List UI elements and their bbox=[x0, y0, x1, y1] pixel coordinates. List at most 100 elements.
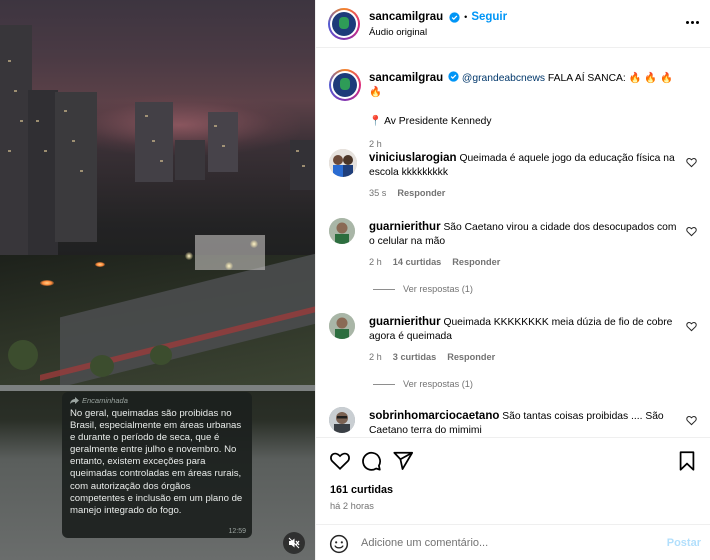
message-text: No geral, queimadas são proibidas no Bra… bbox=[70, 408, 243, 516]
comment-time: 35 s bbox=[369, 188, 387, 198]
street-light bbox=[225, 262, 233, 270]
building-window bbox=[145, 115, 148, 117]
comment-time: 2 h bbox=[369, 257, 382, 267]
building-window bbox=[160, 160, 163, 162]
street-light bbox=[185, 252, 193, 260]
comment-username[interactable]: guarnierithur bbox=[369, 316, 441, 328]
comment-icon[interactable] bbox=[360, 450, 382, 472]
caption-location: 📍 Av Presidente Kennedy bbox=[369, 115, 492, 127]
reply-button[interactable]: Responder bbox=[397, 188, 445, 198]
forwarded-label: Encaminhada bbox=[82, 396, 128, 405]
heart-icon[interactable] bbox=[686, 321, 697, 332]
likes-count[interactable]: 161 curtidas bbox=[330, 484, 393, 496]
author-avatar[interactable] bbox=[328, 8, 360, 40]
post-details-panel: sancamilgrau • Seguir Áudio original san… bbox=[315, 0, 710, 560]
building-window bbox=[222, 145, 225, 147]
author-line: sancamilgrau • Seguir bbox=[369, 11, 507, 23]
author-avatar[interactable] bbox=[329, 69, 361, 101]
caption-username[interactable]: sancamilgrau bbox=[369, 72, 443, 84]
view-replies-button[interactable]: Ver respostas (1) bbox=[373, 284, 473, 294]
caption-mention[interactable]: @grandeabcnews bbox=[462, 73, 545, 84]
fire-glow bbox=[40, 280, 54, 286]
building-window bbox=[8, 60, 11, 62]
tree bbox=[8, 340, 38, 370]
comment-text: sobrinhomarciocaetano São tantas coisas … bbox=[369, 409, 681, 436]
view-replies-button[interactable]: Ver respostas (1) bbox=[373, 379, 473, 389]
comment: guarnierithur São Caetano virou a cidade… bbox=[329, 218, 697, 316]
building-window bbox=[302, 165, 305, 167]
comment: sobrinhomarciocaetano São tantas coisas … bbox=[329, 407, 697, 436]
building-window bbox=[214, 125, 217, 127]
post-header: sancamilgrau • Seguir Áudio original bbox=[316, 0, 710, 48]
separator-dot: • bbox=[464, 12, 468, 22]
comment-likes[interactable]: 3 curtidas bbox=[393, 352, 436, 362]
building bbox=[55, 92, 97, 242]
reply-button[interactable]: Responder bbox=[452, 257, 500, 267]
building-window bbox=[20, 120, 23, 122]
building bbox=[28, 90, 58, 260]
caption: sancamilgrau @grandeabcnews FALA AÍ SANC… bbox=[329, 69, 697, 149]
building-window bbox=[8, 150, 11, 152]
forwarded-header: Encaminhada bbox=[70, 396, 244, 405]
building-window bbox=[64, 110, 67, 112]
commenter-avatar[interactable] bbox=[329, 149, 357, 177]
view-replies-label: Ver respostas (1) bbox=[403, 284, 473, 294]
more-options-icon[interactable] bbox=[684, 14, 700, 30]
comment-text: guarnierithur São Caetano virou a cidade… bbox=[369, 220, 681, 250]
post-time[interactable]: há 2 horas bbox=[330, 501, 374, 511]
commenter-avatar[interactable] bbox=[329, 313, 355, 339]
building-window bbox=[14, 90, 17, 92]
heart-icon[interactable] bbox=[686, 226, 697, 237]
comment-meta: 35 s Responder bbox=[369, 188, 445, 198]
caption-meta: 2 h bbox=[369, 139, 382, 149]
mute-icon bbox=[288, 537, 300, 549]
comment-composer: Postar bbox=[316, 524, 710, 560]
reply-button[interactable]: Responder bbox=[447, 352, 495, 362]
comments-list[interactable]: sancamilgrau @grandeabcnews FALA AÍ SANC… bbox=[316, 49, 710, 436]
street-light bbox=[250, 240, 258, 248]
building-window bbox=[152, 140, 155, 142]
building-window bbox=[80, 170, 83, 172]
comment: viniciuslarogian Queimada é aquele jogo … bbox=[329, 149, 697, 201]
building bbox=[135, 102, 173, 182]
comment-username[interactable]: guarnierithur bbox=[369, 221, 441, 233]
commenter-avatar[interactable] bbox=[329, 407, 355, 433]
heart-icon[interactable] bbox=[686, 157, 697, 168]
building bbox=[208, 112, 238, 172]
mute-button[interactable] bbox=[283, 532, 305, 554]
audio-label[interactable]: Áudio original bbox=[369, 27, 427, 38]
post-video[interactable]: Encaminhada No geral, queimadas são proi… bbox=[0, 0, 315, 560]
follow-button[interactable]: Seguir bbox=[471, 11, 507, 23]
comment-meta: 2 h 14 curtidas Responder bbox=[369, 257, 500, 267]
comment-time: 2 h bbox=[369, 352, 382, 362]
share-icon[interactable] bbox=[392, 450, 414, 472]
commenter-avatar[interactable] bbox=[329, 218, 355, 244]
comment: guarnierithur Queimada KKKKKKKK meia dúz… bbox=[329, 313, 697, 411]
heart-icon[interactable] bbox=[686, 415, 697, 426]
comment-likes[interactable]: 14 curtidas bbox=[393, 257, 442, 267]
comment-username[interactable]: sobrinhomarciocaetano bbox=[369, 410, 499, 422]
tree bbox=[150, 345, 172, 365]
comment-text: guarnierithur Queimada KKKKKKKK meia dúz… bbox=[369, 315, 681, 345]
comment-input[interactable] bbox=[361, 533, 651, 553]
comment-username[interactable]: viniciuslarogian bbox=[369, 152, 457, 164]
bookmark-icon[interactable] bbox=[676, 450, 698, 472]
tree bbox=[90, 355, 114, 377]
building-window bbox=[296, 150, 299, 152]
emoji-icon[interactable] bbox=[329, 534, 349, 554]
author-username[interactable]: sancamilgrau bbox=[369, 11, 443, 23]
action-bar: 161 curtidas há 2 horas bbox=[316, 437, 710, 523]
building-window bbox=[36, 120, 39, 122]
fire-glow bbox=[95, 262, 105, 267]
post-button[interactable]: Postar bbox=[667, 537, 701, 549]
like-heart-icon[interactable] bbox=[329, 450, 351, 472]
forwarded-message-card: Encaminhada No geral, queimadas são proi… bbox=[62, 392, 252, 538]
comment-text: viniciuslarogian Queimada é aquele jogo … bbox=[369, 151, 681, 181]
message-time: 12:59 bbox=[228, 528, 246, 535]
caption-text: sancamilgrau @grandeabcnews FALA AÍ SANC… bbox=[369, 71, 681, 129]
balcony-railing bbox=[0, 385, 315, 391]
view-replies-label: Ver respostas (1) bbox=[403, 379, 473, 389]
building-window bbox=[72, 140, 75, 142]
comment-meta: 2 h 3 curtidas Responder bbox=[369, 352, 495, 362]
caption-time: 2 h bbox=[369, 139, 382, 149]
